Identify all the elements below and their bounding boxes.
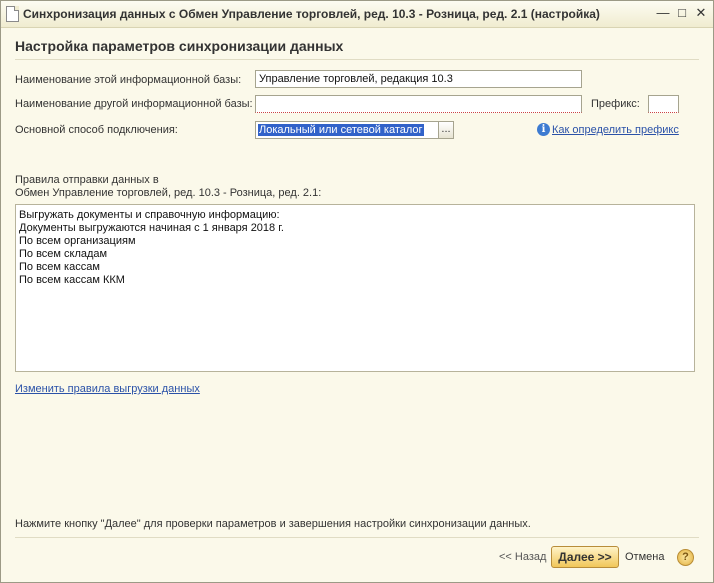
maximize-button[interactable]: □ [674, 5, 690, 21]
footer-divider [15, 537, 699, 538]
prefix-help-link[interactable]: Как определить префикс [552, 124, 679, 136]
prefix-input[interactable] [648, 95, 679, 113]
cancel-button[interactable]: Отмена [625, 551, 664, 563]
rules-line: По всем складам [19, 248, 108, 260]
rules-line: По всем кассам ККМ [19, 274, 125, 286]
connection-select[interactable]: Локальный или сетевой каталог [255, 121, 439, 139]
this-base-label: Наименование этой информационной базы: [15, 74, 242, 86]
rules-line: По всем организациям [19, 235, 136, 247]
choose-connection-button[interactable]: ... [438, 121, 454, 139]
help-icon[interactable]: ? [677, 549, 694, 566]
minimize-button[interactable]: — [655, 5, 671, 21]
connection-label: Основной способ подключения: [15, 124, 178, 136]
settings-window: Синхронизация данных с Обмен Управление … [0, 0, 714, 583]
rules-line: По всем кассам [19, 261, 100, 273]
rules-line: Документы выгружаются начиная с 1 января… [19, 222, 284, 234]
rules-caption-line1: Правила отправки данных в [15, 174, 159, 186]
other-base-label: Наименование другой информационной базы: [15, 98, 253, 110]
window-title: Синхронизация данных с Обмен Управление … [23, 7, 600, 21]
change-rules-link[interactable]: Изменить правила выгрузки данных [15, 383, 200, 395]
next-button[interactable]: Далее >> [551, 546, 619, 568]
document-icon [6, 6, 19, 22]
other-base-input[interactable] [255, 95, 582, 113]
page-title: Настройка параметров синхронизации данны… [15, 38, 344, 54]
footer-hint: Нажмите кнопку "Далее" для проверки пара… [15, 518, 531, 530]
rules-textarea[interactable]: Выгружать документы и справочную информа… [15, 204, 695, 372]
heading-divider [15, 59, 699, 60]
title-bar[interactable]: Синхронизация данных с Обмен Управление … [1, 1, 713, 28]
rules-caption-line2: Обмен Управление торговлей, ред. 10.3 - … [15, 187, 322, 199]
connection-value: Локальный или сетевой каталог [258, 124, 424, 136]
close-button[interactable]: ✕ [693, 5, 709, 21]
this-base-input[interactable]: Управление торговлей, редакция 10.3 [255, 70, 582, 88]
rules-line: Выгружать документы и справочную информа… [19, 209, 280, 221]
back-button[interactable]: << Назад [499, 551, 546, 563]
info-icon: i [537, 123, 550, 136]
prefix-label: Префикс: [591, 98, 640, 110]
